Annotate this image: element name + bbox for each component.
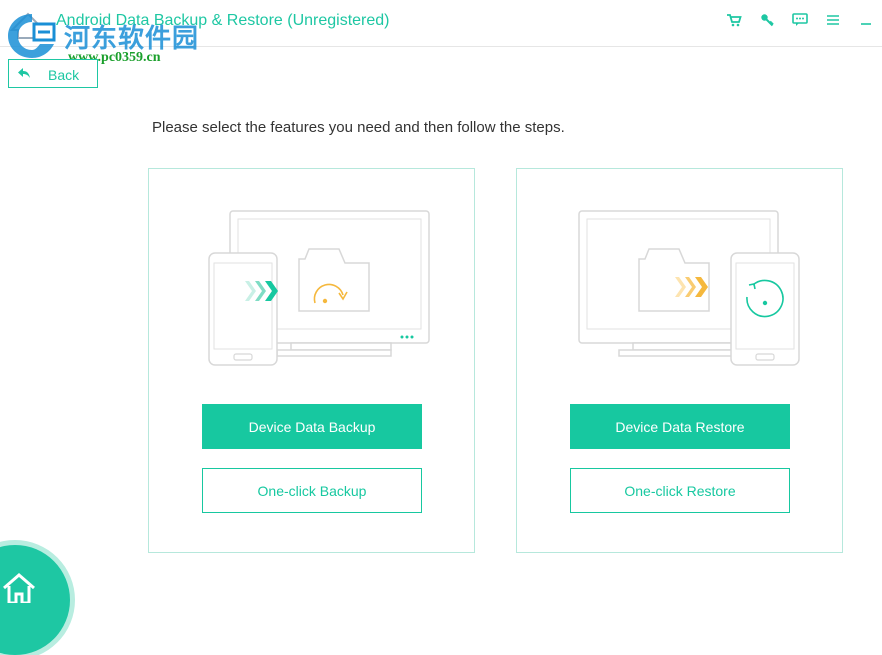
feedback-button[interactable]: [783, 8, 816, 36]
restore-illustration-icon: [573, 207, 801, 372]
title-bar: Android Data Backup & Restore (Unregiste…: [0, 0, 882, 65]
one-click-restore-button[interactable]: One-click Restore: [570, 468, 790, 513]
menu-icon: [826, 13, 840, 31]
instruction-text: Please select the features you need and …: [152, 119, 565, 136]
backup-panel: Device Data Backup One-click Backup: [148, 168, 475, 553]
home-button[interactable]: [0, 545, 70, 655]
purchase-button[interactable]: [717, 8, 750, 36]
menu-button[interactable]: [816, 8, 849, 36]
home-icon: [2, 573, 36, 608]
cart-icon: [726, 13, 742, 32]
feedback-icon: [791, 12, 808, 32]
device-data-restore-button[interactable]: Device Data Restore: [570, 404, 790, 449]
back-arrow-icon: [17, 66, 31, 85]
minimize-icon: [860, 13, 872, 31]
minimize-button[interactable]: [849, 8, 882, 36]
key-icon: [760, 13, 774, 32]
back-button[interactable]: Back: [8, 59, 98, 88]
backup-illustration-icon: [205, 207, 433, 372]
back-label: Back: [48, 67, 80, 83]
device-data-backup-button[interactable]: Device Data Backup: [202, 404, 422, 449]
register-button[interactable]: [750, 8, 783, 36]
window-toolbar: [717, 8, 882, 36]
one-click-backup-button[interactable]: One-click Backup: [202, 468, 422, 513]
restore-panel: Device Data Restore One-click Restore: [516, 168, 843, 553]
